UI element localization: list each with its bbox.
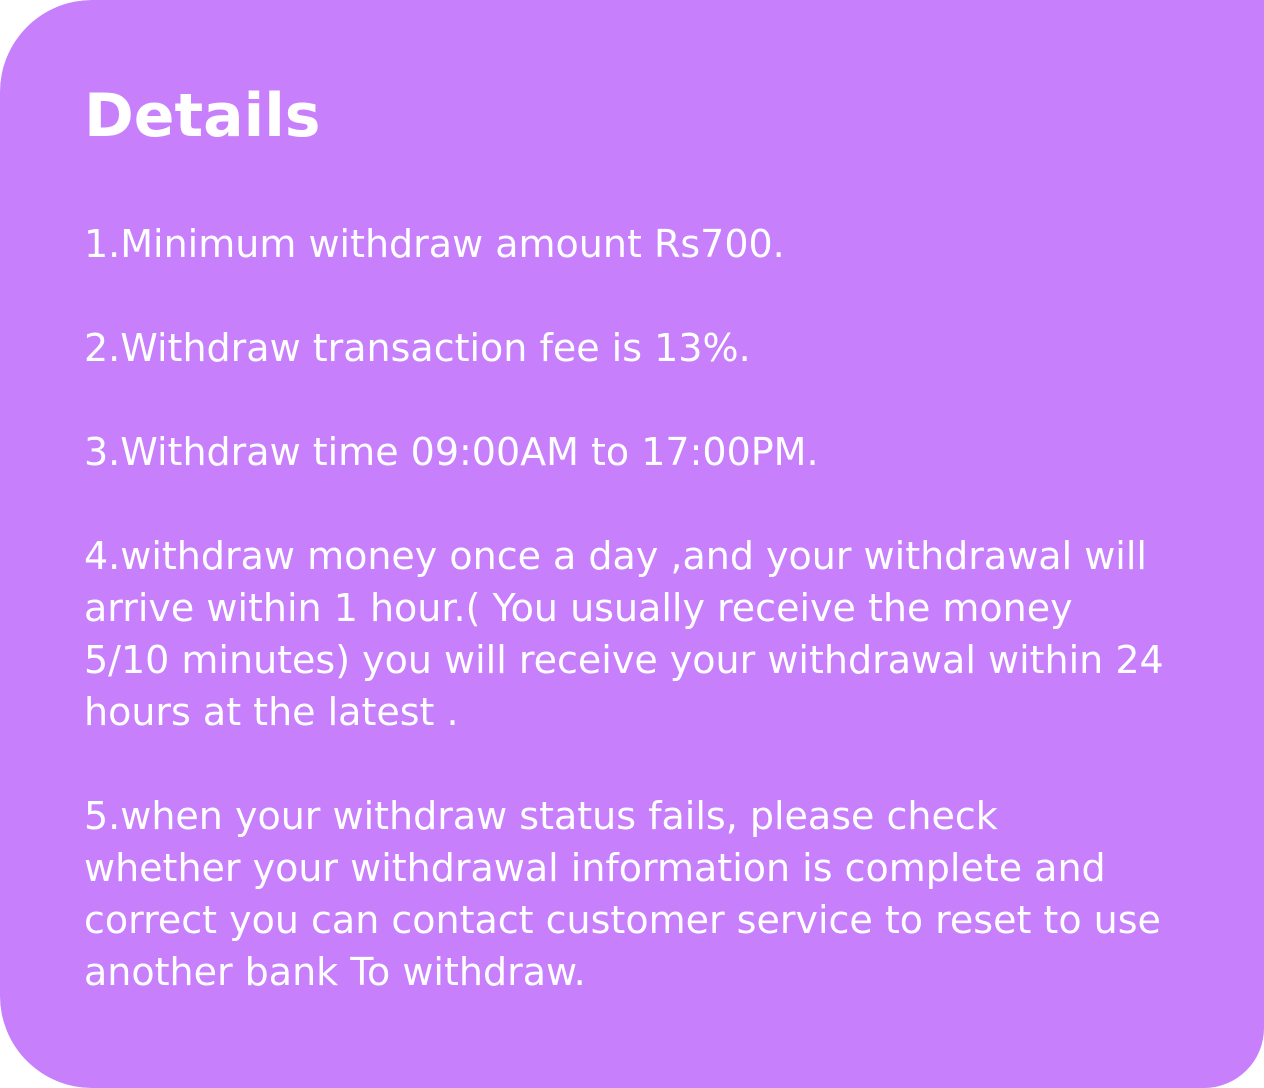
detail-item-arrival-time: 4.withdraw money once a day ,and your wi… [84,534,1164,734]
detail-item-transaction-fee: 2.Withdraw transaction fee is 13%. [84,326,751,370]
details-list: 1.Minimum withdraw amount Rs700. 2.Withd… [84,218,1164,998]
detail-item-minimum-amount: 1.Minimum withdraw amount Rs700. [84,222,785,266]
details-panel: Details 1.Minimum withdraw amount Rs700.… [0,0,1264,1088]
details-title: Details [84,81,321,151]
detail-item-failure-help: 5.when your withdraw status fails, pleas… [84,794,1161,994]
detail-item-withdraw-time: 3.Withdraw time 09:00AM to 17:00PM. [84,430,819,474]
